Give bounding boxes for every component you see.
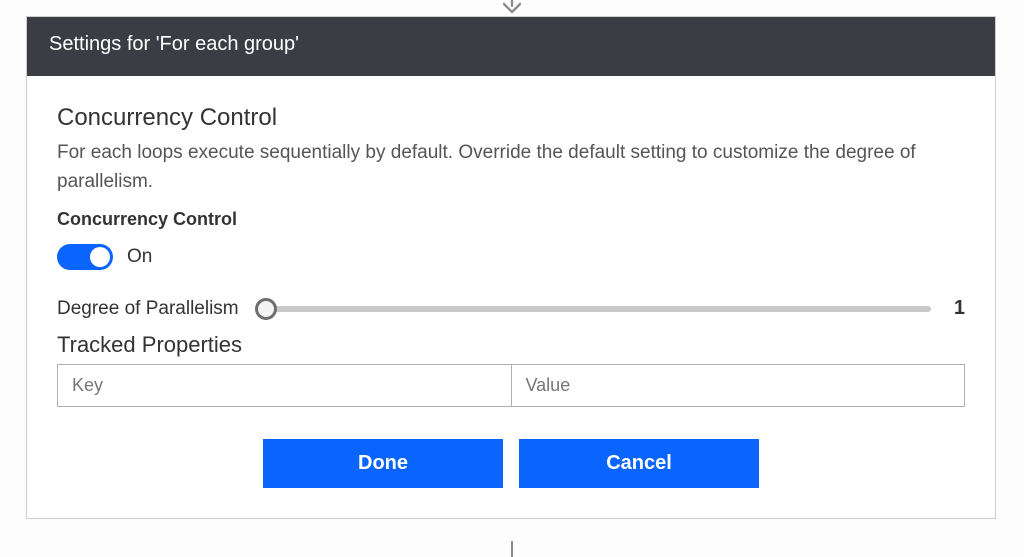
flow-connector-line-icon: [511, 541, 513, 557]
panel-header: Settings for 'For each group': [27, 17, 995, 76]
concurrency-toggle[interactable]: [57, 244, 113, 270]
parallelism-slider-label: Degree of Parallelism: [57, 298, 239, 320]
settings-panel: Settings for 'For each group' Concurrenc…: [26, 16, 996, 519]
slider-track-icon: [257, 306, 931, 312]
tracked-properties-title: Tracked Properties: [57, 332, 965, 358]
concurrency-toggle-label: Concurrency Control: [57, 209, 965, 230]
panel-title: Settings for 'For each group': [49, 33, 299, 55]
tracked-key-input[interactable]: [58, 365, 512, 406]
cancel-button[interactable]: Cancel: [519, 439, 759, 488]
concurrency-description: For each loops execute sequentially by d…: [57, 138, 965, 197]
slider-thumb-icon[interactable]: [255, 298, 277, 320]
tracked-property-row: [57, 364, 965, 407]
done-button[interactable]: Done: [263, 439, 503, 488]
toggle-knob-icon: [90, 247, 110, 267]
parallelism-slider[interactable]: [257, 296, 931, 322]
parallelism-slider-value: 1: [949, 297, 965, 320]
tracked-value-input[interactable]: [512, 365, 965, 406]
concurrency-toggle-state: On: [127, 246, 152, 268]
concurrency-section-title: Concurrency Control: [57, 104, 965, 132]
